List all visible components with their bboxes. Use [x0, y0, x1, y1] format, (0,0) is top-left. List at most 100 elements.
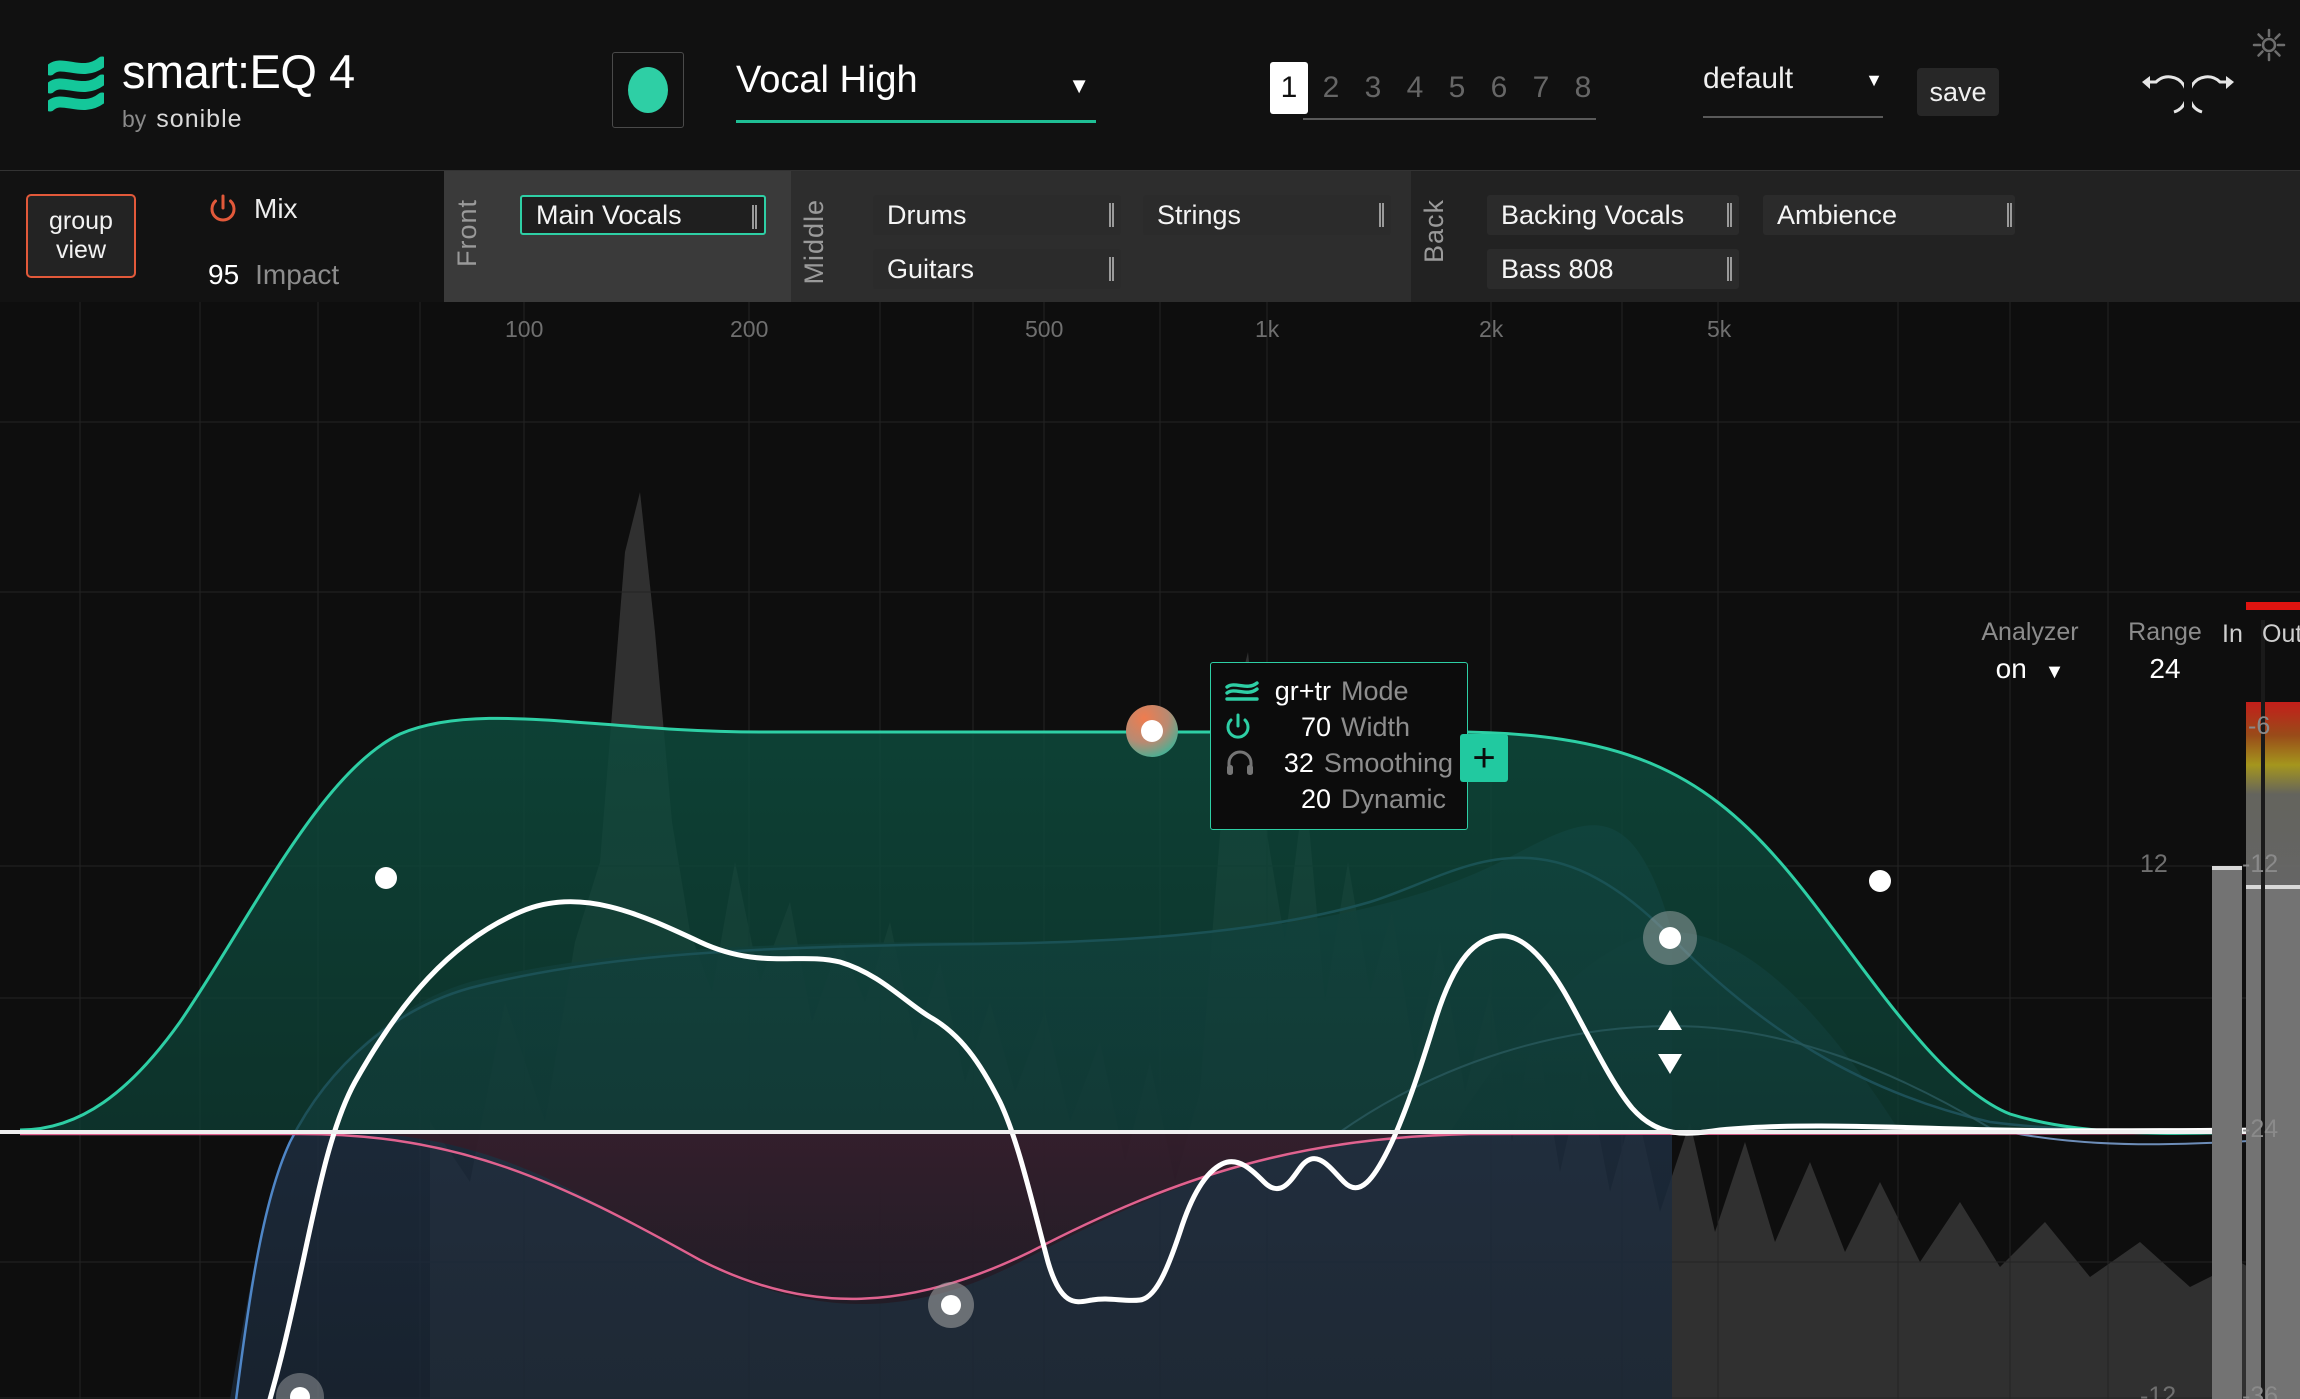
meter-db-minus-6: -6 [2248, 712, 2270, 741]
slot-3[interactable]: 3 [1354, 62, 1392, 114]
group-view-line1: group [49, 207, 113, 236]
slot-7[interactable]: 7 [1522, 62, 1560, 114]
eq-canvas[interactable] [0, 302, 2300, 1399]
meter-db-minus-12: -12 [2242, 850, 2278, 879]
slot-2[interactable]: 2 [1312, 62, 1350, 114]
eq-display[interactable]: 100 200 500 1k 2k 5k 12 -12 -6 -12 -24 -… [0, 302, 2300, 1399]
slot-4[interactable]: 4 [1396, 62, 1434, 114]
profile-preset-dropdown[interactable]: Vocal High ▼ [736, 57, 1096, 123]
bottom-bar: reset bypass gr+tr Mode 700 Hz 70 Impact… [0, 1279, 2300, 1399]
brand-logo: smart:EQ 4 by sonible [48, 48, 355, 134]
profile-dot-icon [628, 67, 668, 113]
chevron-down-icon[interactable]: ▼ [2045, 661, 2065, 683]
analyzer-value[interactable]: on ▼ [1960, 653, 2100, 685]
profile-button[interactable] [612, 52, 684, 128]
db-tick-12: 12 [2140, 850, 2168, 879]
band-handle-teal-right[interactable] [1869, 870, 1891, 892]
track-chip-bass-808[interactable]: Bass 808 [1487, 249, 1739, 289]
freq-tick-200: 200 [730, 316, 768, 343]
group-view-line2: view [56, 236, 106, 265]
clip-indicator [2246, 602, 2300, 610]
popup-mode-value: gr+tr [1271, 676, 1341, 707]
slot-6[interactable]: 6 [1480, 62, 1518, 114]
track-chip-backing-vocals[interactable]: Backing Vocals [1487, 195, 1739, 235]
band-handle-teal-left[interactable] [375, 867, 397, 889]
drag-grip-icon[interactable] [752, 205, 757, 229]
slot-8[interactable]: 8 [1564, 62, 1602, 114]
popup-row-dynamic[interactable]: 20 Dynamic [1225, 781, 1453, 817]
freq-tick-100: 100 [505, 316, 543, 343]
track-chip-drums[interactable]: Drums [873, 195, 1121, 235]
header-bar: smart:EQ 4 by sonible Vocal High ▼ 1 2 3… [0, 0, 2300, 170]
zone-middle-label: Middle [799, 199, 829, 285]
drag-grip-icon[interactable] [1727, 203, 1732, 227]
power-icon[interactable] [208, 194, 238, 224]
popup-row-width[interactable]: 70 Width [1225, 709, 1453, 745]
analyzer-control[interactable]: Analyzer on ▼ [1960, 618, 2100, 685]
sonible-waves-icon [48, 48, 104, 118]
freq-tick-5k: 5k [1707, 316, 1731, 343]
drag-grip-icon[interactable] [1109, 203, 1114, 227]
freq-tick-2k: 2k [1479, 316, 1503, 343]
range-control[interactable]: Range 24 [2110, 618, 2220, 685]
drag-grip-icon[interactable] [1727, 257, 1732, 281]
mix-row[interactable]: Mix [208, 193, 298, 225]
slot-underline [1303, 118, 1596, 120]
slot-1[interactable]: 1 [1270, 62, 1308, 114]
app-title: smart:EQ 4 [122, 48, 355, 95]
analyzer-label: Analyzer [1960, 618, 2100, 647]
undo-icon[interactable] [2130, 72, 2184, 122]
plugin-window: smart:EQ 4 by sonible Vocal High ▼ 1 2 3… [0, 0, 2300, 1399]
track-chip-label: Drums [887, 200, 967, 231]
track-chip-ambience[interactable]: Ambience [1763, 195, 2015, 235]
freq-tick-1k: 1k [1255, 316, 1279, 343]
headphone-icon[interactable] [1225, 750, 1264, 776]
popup-dynamic-value: 20 [1271, 784, 1341, 815]
track-chip-guitars[interactable]: Guitars [873, 249, 1121, 289]
band-handle-high-peak[interactable] [1643, 911, 1697, 965]
save-button[interactable]: save [1917, 68, 1999, 116]
track-chip-strings[interactable]: Strings [1143, 195, 1391, 235]
group-left-panel: group view Mix 95 Impact [0, 171, 444, 303]
meter-out-label: Out [2262, 620, 2300, 649]
zone-middle: Middle Drums Strings Guitars [791, 171, 1411, 303]
brand-by-label: by [122, 106, 146, 133]
redo-icon[interactable] [2192, 72, 2246, 122]
track-chip-main-vocals[interactable]: Main Vocals [520, 195, 766, 235]
brand-company-label: sonible [156, 105, 242, 134]
drag-grip-icon[interactable] [1109, 257, 1114, 281]
popup-mode-label: Mode [1341, 676, 1409, 707]
gear-icon[interactable] [2252, 28, 2286, 62]
preset-set-dropdown[interactable]: default ▼ [1703, 62, 1883, 118]
track-chip-label: Guitars [887, 254, 974, 285]
meter-db-minus-24: -24 [2242, 1115, 2278, 1144]
popup-smoothing-label: Smoothing [1324, 748, 1453, 779]
impact-label: Impact [255, 259, 339, 291]
add-band-button[interactable]: + [1460, 734, 1508, 782]
range-label: Range [2110, 618, 2220, 647]
zone-front-label: Front [452, 199, 482, 267]
freq-tick-500: 500 [1025, 316, 1063, 343]
track-chip-label: Bass 808 [1501, 254, 1614, 285]
chevron-down-icon: ▼ [1068, 73, 1090, 99]
group-view-button[interactable]: group view [26, 194, 136, 278]
popup-dynamic-label: Dynamic [1341, 784, 1446, 815]
slot-selector[interactable]: 1 2 3 4 5 6 7 8 [1270, 62, 1606, 120]
track-chip-label: Strings [1157, 200, 1241, 231]
chevron-down-icon: ▼ [1865, 70, 1883, 91]
power-icon[interactable] [1225, 713, 1271, 741]
preset-set-label: default [1703, 62, 1883, 96]
range-value[interactable]: 24 [2110, 653, 2220, 685]
slot-5[interactable]: 5 [1438, 62, 1476, 114]
band-parameter-popup[interactable]: gr+tr Mode 70 Width [1210, 662, 1468, 830]
popup-row-smoothing[interactable]: 32 Smoothing [1225, 745, 1453, 781]
band-handle-selected[interactable] [1126, 705, 1178, 757]
zone-front: Front Main Vocals [444, 171, 791, 303]
eq-curve-icon [1225, 680, 1271, 702]
drag-grip-icon[interactable] [1379, 203, 1384, 227]
drag-grip-icon[interactable] [2007, 203, 2012, 227]
popup-width-value: 70 [1271, 712, 1341, 743]
preset-name-label: Vocal High [736, 59, 918, 102]
impact-row[interactable]: 95 Impact [208, 259, 339, 291]
popup-row-mode[interactable]: gr+tr Mode [1225, 673, 1453, 709]
